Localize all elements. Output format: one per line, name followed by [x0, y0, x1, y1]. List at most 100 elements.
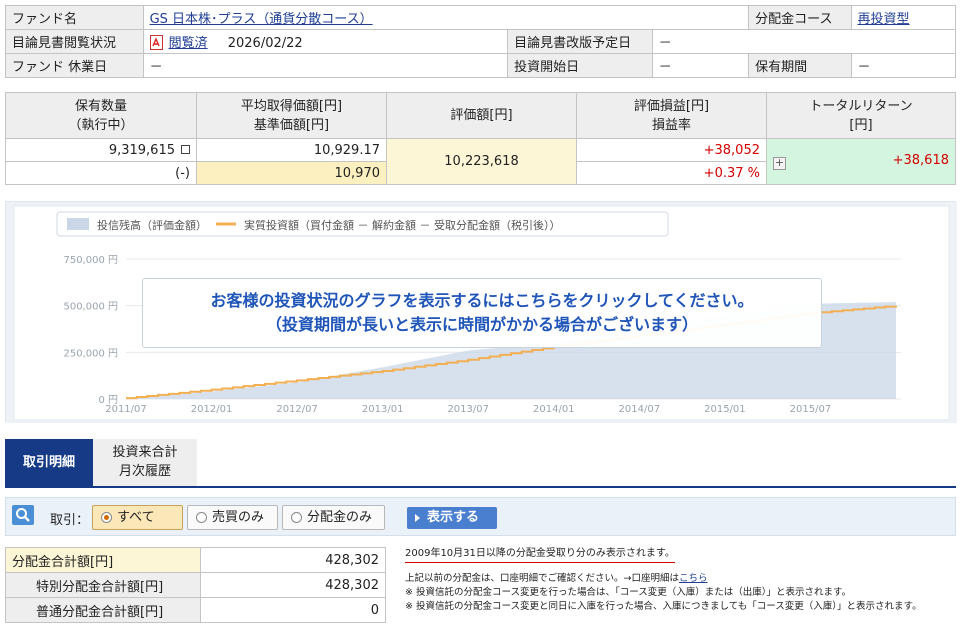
tab-underline	[5, 486, 956, 488]
total-header-line1: トータルリターン	[809, 98, 913, 114]
legend-line-label: 実質投資額（買付金額 － 解約金額 － 受取分配金額（税引後））	[244, 218, 560, 232]
notes: 2009年10月31日以降の分配金受取り分のみ表示されます。 上記以前の分配金は…	[405, 547, 955, 614]
overlay-line1: お客様の投資状況のグラフを表示するにはこちらをクリックしてください。	[210, 291, 754, 310]
x-tick-label: 2011/07	[105, 404, 147, 415]
x-tick-label: 2013/07	[447, 404, 489, 415]
arrow-right-icon	[415, 514, 420, 522]
expand-plus-icon[interactable]: +	[773, 157, 786, 170]
eval-value: 10,223,618	[386, 138, 577, 185]
x-tick-label: 2015/07	[790, 404, 832, 415]
prospectus-viewed-link[interactable]: 閲覧済	[169, 36, 208, 51]
filter-bar: 取引： すべて 売買のみ 分配金のみ 表示する	[5, 497, 956, 536]
fund-name-cell: GS 日本株･プラス（通貨分散コース）	[142, 5, 750, 30]
radio-dividend-only[interactable]: 分配金のみ	[282, 505, 385, 530]
tab-monthly-line1: 投資来合計	[112, 445, 178, 460]
avg-header-line1: 平均取得価額[円]	[240, 98, 343, 114]
y-tick-label: 500,000 円	[63, 302, 118, 313]
dividend-total-label: 分配金合計額[円]	[5, 547, 201, 573]
dividend-total-value: 428,302	[200, 547, 386, 573]
radio-dot	[196, 512, 207, 523]
chart-overlay-button[interactable]: お客様の投資状況のグラフを表示するにはこちらをクリックしてください。 （投資期間…	[142, 278, 822, 348]
avg-header-line2: 基準価額[円]	[253, 117, 330, 133]
prospectus-date: 2026/02/22	[227, 36, 303, 51]
x-tick-label: 2014/01	[533, 404, 575, 415]
dividend-table: 分配金合計額[円] 428,302 特別分配金合計額[円] 428,302 普通…	[5, 547, 386, 623]
account-detail-link[interactable]: こちら	[679, 573, 708, 584]
y-tick-label: 750,000 円	[63, 255, 118, 266]
fund-name-link[interactable]: GS 日本株･プラス（通貨分散コース）	[150, 12, 373, 27]
qty-pending: (-)	[5, 161, 197, 185]
pl-header-line2: 損益率	[651, 117, 691, 133]
dividend-normal-label: 普通分配金合計額[円]	[5, 597, 201, 623]
radio-all[interactable]: すべて	[92, 505, 183, 530]
period-label: 保有期間	[748, 53, 852, 78]
radio-all-label: すべて	[117, 510, 155, 525]
x-tick-label: 2015/01	[704, 404, 746, 415]
dividend-special-value: 428,302	[200, 572, 386, 598]
x-tick-label: 2013/01	[362, 404, 404, 415]
legend-area-label: 投信残高（評価金額）	[97, 218, 207, 232]
total-return-header: トータルリターン [円]	[766, 92, 956, 139]
nav-value: 10,970	[196, 161, 387, 185]
radio-dividend-label: 分配金のみ	[307, 510, 373, 525]
qty-header-line1: 保有数量	[74, 98, 127, 114]
holdings-table: 保有数量 （執行中） 平均取得価額[円] 基準価額[円] 評価額[円] 評価損益…	[5, 92, 956, 185]
revision-label: 目論見書改版予定日	[507, 29, 653, 54]
notes-line2: ※ 投資信託の分配金コース変更を行った場合は、「コース変更（入庫）または（出庫）…	[405, 587, 852, 598]
pl-value: +38,052	[576, 138, 767, 162]
show-button[interactable]: 表示する	[407, 507, 497, 529]
start-label: 投資開始日	[507, 53, 653, 78]
holiday-label: ファンド 休業日	[5, 53, 144, 78]
total-header-line2: [円]	[849, 117, 873, 133]
qty-header: 保有数量 （執行中）	[5, 92, 197, 139]
pl-rate-value: +0.37 %	[576, 161, 767, 185]
qty-cell: 9,319,615	[5, 138, 197, 162]
tab-monthly-history[interactable]: 投資来合計 月次履歴	[93, 439, 197, 486]
notes-line1-text: 上記以前の分配金は、口座明細でご確認ください。→口座明細は	[405, 573, 679, 584]
radio-dot	[291, 512, 302, 523]
dist-course-link[interactable]: 再投資型	[858, 12, 910, 27]
x-tick-label: 2014/07	[619, 404, 661, 415]
pdf-icon[interactable]	[149, 35, 163, 50]
x-axis-ticks: 2011/07 2012/01 2012/07 2013/01 2013/07 2014/…	[105, 404, 831, 415]
notes-line1: 上記以前の分配金は、口座明細でご確認ください。→口座明細はこちら	[405, 572, 955, 586]
chart-legend: 投信残高（評価金額） 実質投資額（買付金額 － 解約金額 － 受取分配金額（税引…	[56, 211, 669, 237]
total-return-cell: + +38,618	[766, 138, 956, 185]
qty-value: 9,319,615	[108, 142, 175, 158]
radio-trade-label: 売買のみ	[212, 510, 265, 525]
x-tick-label: 2012/07	[276, 404, 318, 415]
overlay-line2: （投資期間が長いと表示に時間がかかる場合がございます）	[265, 315, 698, 334]
filter-label: 取引：	[50, 513, 90, 528]
fund-info-table: ファンド名 GS 日本株･プラス（通貨分散コース） 分配金コース 再投資型 目論…	[5, 5, 957, 78]
dist-course-cell: 再投資型	[850, 5, 957, 30]
pl-header-line1: 評価損益[円]	[633, 98, 710, 114]
prospectus-status-cell: 閲覧済 2026/02/22	[142, 29, 509, 54]
notes-main: 2009年10月31日以降の分配金受取り分のみ表示されます。	[405, 547, 675, 563]
y-tick-label: 250,000 円	[63, 348, 118, 359]
dividend-special-label: 特別分配金合計額[円]	[5, 572, 201, 598]
legend-area-swatch	[67, 218, 89, 230]
radio-trade-only[interactable]: 売買のみ	[187, 505, 278, 530]
dist-course-label: 分配金コース	[748, 5, 852, 30]
checkbox-icon[interactable]	[181, 144, 190, 154]
tab-monthly-line2: 月次履歴	[118, 464, 171, 479]
pl-header: 評価損益[円] 損益率	[576, 92, 767, 139]
search-icon[interactable]	[12, 505, 34, 525]
total-return-value: +38,618	[892, 153, 949, 168]
holiday-value: －	[142, 53, 509, 78]
eval-header: 評価額[円]	[386, 92, 577, 139]
notes-line3: ※ 投資信託の分配金コース変更と同日に入庫を行った場合、入庫につきましても「コー…	[405, 601, 922, 612]
start-value: －	[651, 53, 750, 78]
qty-header-line2: （執行中）	[68, 117, 134, 133]
fund-name-label: ファンド名	[5, 5, 144, 30]
x-tick-label: 2012/01	[191, 404, 233, 415]
show-button-label: 表示する	[427, 510, 480, 525]
investment-chart[interactable]: 投信残高（評価金額） 実質投資額（買付金額 － 解約金額 － 受取分配金額（税引…	[5, 201, 957, 423]
avg-header: 平均取得価額[円] 基準価額[円]	[196, 92, 387, 139]
period-value: －	[850, 53, 957, 78]
radio-dot-selected	[101, 512, 112, 523]
prospectus-status-label: 目論見書閲覧状況	[5, 29, 144, 54]
avg-cost-value: 10,929.17	[196, 138, 387, 162]
revision-value: －	[651, 29, 957, 54]
tab-transaction-details[interactable]: 取引明細	[5, 439, 93, 486]
